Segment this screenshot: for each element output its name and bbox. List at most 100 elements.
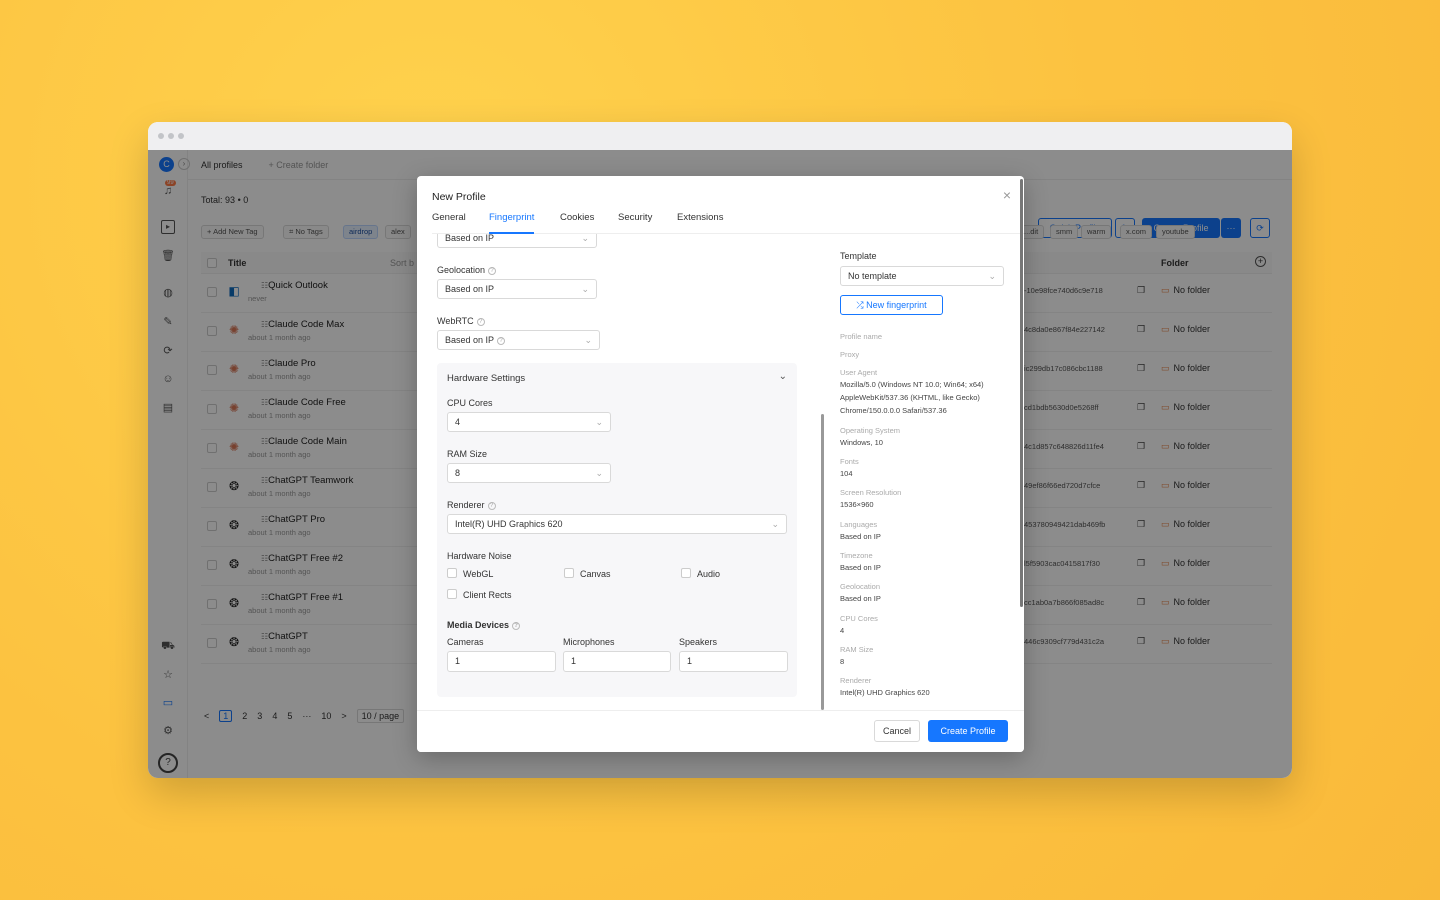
audio-checkbox[interactable] <box>681 568 691 578</box>
speakers-label: Speakers <box>679 637 718 647</box>
template-label: Template <box>840 251 877 261</box>
client-rects-checkbox[interactable] <box>447 589 457 599</box>
collapse-chevron-icon[interactable]: ⌄ <box>779 371 787 382</box>
geolocation-label-text: Geolocation <box>437 265 486 275</box>
renderer-select[interactable]: Intel(R) UHD Graphics 620 ⌄ <box>447 514 787 534</box>
modal-title: New Profile <box>432 191 486 203</box>
chevron-down-icon: ⌄ <box>581 284 589 294</box>
user-agent-line: Mozilla/5.0 (Windows NT 10.0; Win64; x64… <box>840 380 984 389</box>
tab-fingerprint[interactable]: Fingerprint <box>489 212 535 234</box>
cancel-button[interactable]: Cancel <box>874 720 920 742</box>
chevron-down-icon: ⌄ <box>595 468 603 478</box>
help-icon: ? <box>487 501 496 510</box>
languages-label: Languages <box>840 520 878 529</box>
tab-general[interactable]: General <box>432 212 466 234</box>
webgl-checkbox[interactable] <box>447 568 457 578</box>
user-agent-line: Chrome/150.0.0.0 Safari/537.36 <box>840 406 947 415</box>
os-label: Operating System <box>840 426 901 435</box>
fingerprint-summary: Template No template ⌄ ⤮ New fingerprint … <box>821 234 1024 710</box>
new-fingerprint-label: New fingerprint <box>866 300 927 310</box>
proxy-label: Proxy <box>840 350 860 359</box>
tab-cookies[interactable]: Cookies <box>560 212 594 234</box>
tab-security[interactable]: Security <box>618 212 652 234</box>
ram-summary-value: 8 <box>840 657 845 666</box>
media-devices-label: Media Devices? <box>447 620 521 630</box>
languages-value: Based on IP <box>840 532 881 541</box>
fonts-value: 104 <box>840 469 853 478</box>
new-profile-modal: New Profile × General Fingerprint Cookie… <box>417 176 1024 752</box>
webrtc-label-text: WebRTC <box>437 316 474 326</box>
window-dot-minimize[interactable] <box>168 133 174 139</box>
modal-tabs: General Fingerprint Cookies Security Ext… <box>432 212 1024 234</box>
os-value: Windows, 10 <box>840 438 883 447</box>
ram-size-value: 8 <box>455 468 461 478</box>
new-fingerprint-button[interactable]: ⤮ New fingerprint <box>840 295 943 315</box>
window-dot-maximize[interactable] <box>178 133 184 139</box>
webrtc-label: WebRTC? <box>437 316 485 326</box>
geolocation-value: Based on IP <box>445 284 495 294</box>
hardware-noise-label: Hardware Noise <box>447 551 512 561</box>
timezone-value: Based on IP <box>840 563 881 572</box>
summary-scrollbar[interactable] <box>821 414 824 710</box>
close-icon[interactable]: × <box>1003 187 1011 203</box>
geolocation-summary-value: Based on IP <box>840 594 881 603</box>
renderer-summary-label: Renderer <box>840 676 872 685</box>
chevron-down-icon: ⌄ <box>581 234 589 243</box>
speakers-input[interactable]: 1 <box>679 651 788 672</box>
webgl-label: WebGL <box>463 569 494 579</box>
user-agent-label: User Agent <box>840 368 878 377</box>
tab-extensions[interactable]: Extensions <box>677 212 723 234</box>
cpu-summary-value: 4 <box>840 626 845 635</box>
modal-scrollbar[interactable] <box>1020 179 1023 607</box>
modal-footer: Cancel Create Profile <box>417 710 1024 752</box>
microphones-label: Microphones <box>563 637 615 647</box>
chevron-down-icon: ⌄ <box>771 519 779 529</box>
resolution-value: 1536×960 <box>840 500 874 509</box>
create-profile-button[interactable]: Create Profile <box>928 720 1008 742</box>
shuffle-icon: ⤮ <box>856 300 867 310</box>
chevron-down-icon: ⌄ <box>988 271 996 281</box>
webrtc-value: Based on IP <box>445 335 495 345</box>
geolocation-select[interactable]: Based on IP ⌄ <box>437 279 597 299</box>
resolution-label: Screen Resolution <box>840 488 902 497</box>
canvas-label: Canvas <box>580 569 611 579</box>
microphones-input[interactable]: 1 <box>563 651 671 672</box>
chevron-down-icon: ⌄ <box>595 417 603 427</box>
timezone-label: Timezone <box>840 551 873 560</box>
user-agent-line: AppleWebKit/537.36 (KHTML, like Gecko) <box>840 393 980 402</box>
ram-size-label: RAM Size <box>447 449 488 459</box>
media-devices-label-text: Media Devices <box>447 620 510 630</box>
hardware-settings-panel: Hardware Settings ⌄ CPU Cores 4 ⌄ RAM Siz… <box>437 363 797 697</box>
audio-label: Audio <box>697 569 721 579</box>
ram-size-select[interactable]: 8 ⌄ <box>447 463 611 483</box>
geolocation-label: Geolocation? <box>437 265 497 275</box>
template-value: No template <box>848 271 897 281</box>
profile-name-label: Profile name <box>840 332 883 341</box>
ram-summary-label: RAM Size <box>840 645 874 654</box>
cpu-cores-label: CPU Cores <box>447 398 493 408</box>
renderer-label-text: Renderer <box>447 500 485 510</box>
fonts-label: Fonts <box>840 457 859 466</box>
help-icon: ? <box>488 266 497 275</box>
help-icon: ? <box>497 336 506 345</box>
top-select-value: Based on IP <box>445 234 495 243</box>
help-icon: ? <box>512 621 521 630</box>
canvas-checkbox[interactable] <box>564 568 574 578</box>
window-dot-close[interactable] <box>158 133 164 139</box>
client-rects-label: Client Rects <box>463 590 512 600</box>
cpu-cores-select[interactable]: 4 ⌄ <box>447 412 611 432</box>
fingerprint-form: Based on IP ⌄ Geolocation? Based on IP ⌄ W… <box>417 234 821 710</box>
hardware-settings-title: Hardware Settings <box>447 373 526 384</box>
cameras-label: Cameras <box>447 637 484 647</box>
help-icon: ? <box>476 317 485 326</box>
chevron-down-icon: ⌄ <box>584 335 592 345</box>
renderer-value: Intel(R) UHD Graphics 620 <box>455 519 563 529</box>
webrtc-select[interactable]: Based on IP? ⌄ <box>437 330 600 350</box>
renderer-label: Renderer? <box>447 500 496 510</box>
top-select[interactable]: Based on IP ⌄ <box>437 234 597 248</box>
geolocation-summary-label: Geolocation <box>840 582 881 591</box>
cpu-summary-label: CPU Cores <box>840 614 878 623</box>
window-titlebar <box>148 122 1292 150</box>
cameras-input[interactable]: 1 <box>447 651 556 672</box>
template-select[interactable]: No template ⌄ <box>840 266 1004 286</box>
